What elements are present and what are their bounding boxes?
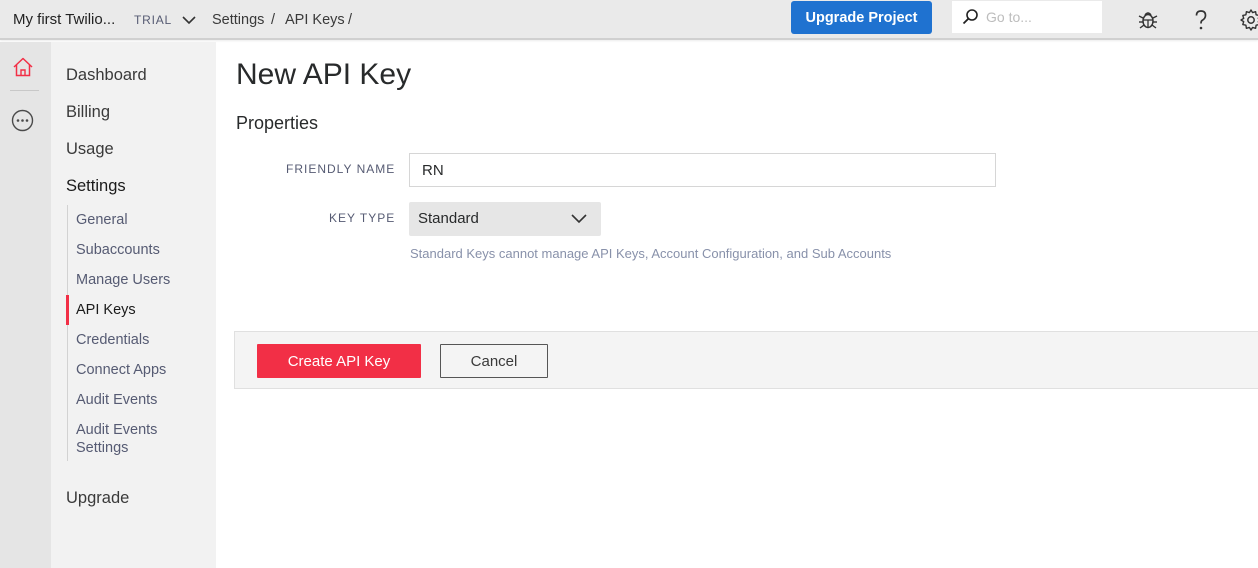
- search-input[interactable]: [986, 7, 1096, 27]
- active-indicator: [66, 295, 69, 325]
- sidebar-subitem-api-keys[interactable]: API Keys: [76, 301, 206, 319]
- sidebar-subitem-general[interactable]: General: [76, 211, 206, 229]
- breadcrumb-settings[interactable]: Settings: [212, 12, 264, 28]
- create-api-key-button[interactable]: Create API Key: [257, 344, 421, 378]
- rail-divider: [10, 90, 39, 91]
- account-status-badge: TRIAL: [134, 13, 173, 27]
- key-type-value: Standard: [418, 210, 479, 227]
- gear-icon[interactable]: [1239, 8, 1258, 32]
- breadcrumb-separator: /: [348, 12, 353, 28]
- left-rail: [0, 42, 51, 568]
- friendly-name-field[interactable]: [409, 153, 996, 187]
- more-icon[interactable]: [11, 109, 34, 132]
- help-icon[interactable]: [1189, 8, 1213, 32]
- key-type-help-text: Standard Keys cannot manage API Keys, Ac…: [410, 246, 892, 261]
- friendly-name-label: FRIENDLY NAME: [286, 162, 396, 176]
- chevron-down-icon[interactable]: [180, 11, 198, 29]
- cancel-button[interactable]: Cancel: [440, 344, 548, 378]
- page-title: New API Key: [236, 58, 412, 91]
- upgrade-project-button[interactable]: Upgrade Project: [791, 1, 932, 34]
- search-icon: [962, 9, 978, 25]
- sidebar-subitem-audit-events-settings[interactable]: Audit Events Settings: [76, 421, 176, 457]
- sidebar: Dashboard Billing Usage Settings General…: [51, 42, 216, 568]
- search-box[interactable]: [952, 1, 1102, 33]
- chevron-down-icon: [571, 214, 587, 224]
- key-type-label: KEY TYPE: [329, 211, 396, 225]
- sidebar-subitem-connect-apps[interactable]: Connect Apps: [76, 361, 206, 379]
- friendly-name-input[interactable]: [410, 154, 995, 186]
- sidebar-subitem-audit-events[interactable]: Audit Events: [76, 391, 206, 409]
- home-icon[interactable]: [11, 55, 35, 79]
- project-name[interactable]: My first Twilio...: [13, 11, 115, 28]
- breadcrumb-api-keys[interactable]: API Keys: [285, 12, 345, 28]
- top-bar: My first Twilio... TRIAL Settings / API …: [0, 0, 1258, 40]
- sidebar-item-dashboard[interactable]: Dashboard: [66, 66, 147, 85]
- sidebar-item-billing[interactable]: Billing: [66, 103, 110, 122]
- sidebar-subitem-credentials[interactable]: Credentials: [76, 331, 206, 349]
- key-type-select[interactable]: Standard: [409, 202, 601, 236]
- sidebar-item-usage[interactable]: Usage: [66, 140, 114, 159]
- form-action-bar: Create API Key Cancel: [234, 331, 1258, 389]
- bug-icon[interactable]: [1136, 8, 1160, 32]
- submenu-guide-line: [67, 205, 68, 461]
- sidebar-item-upgrade[interactable]: Upgrade: [66, 489, 129, 508]
- sidebar-subitem-manage-users[interactable]: Manage Users: [76, 271, 206, 289]
- sidebar-subitem-subaccounts[interactable]: Subaccounts: [76, 241, 206, 259]
- section-title: Properties: [236, 113, 319, 133]
- breadcrumb-separator: /: [271, 12, 276, 28]
- sidebar-item-settings[interactable]: Settings: [66, 177, 126, 196]
